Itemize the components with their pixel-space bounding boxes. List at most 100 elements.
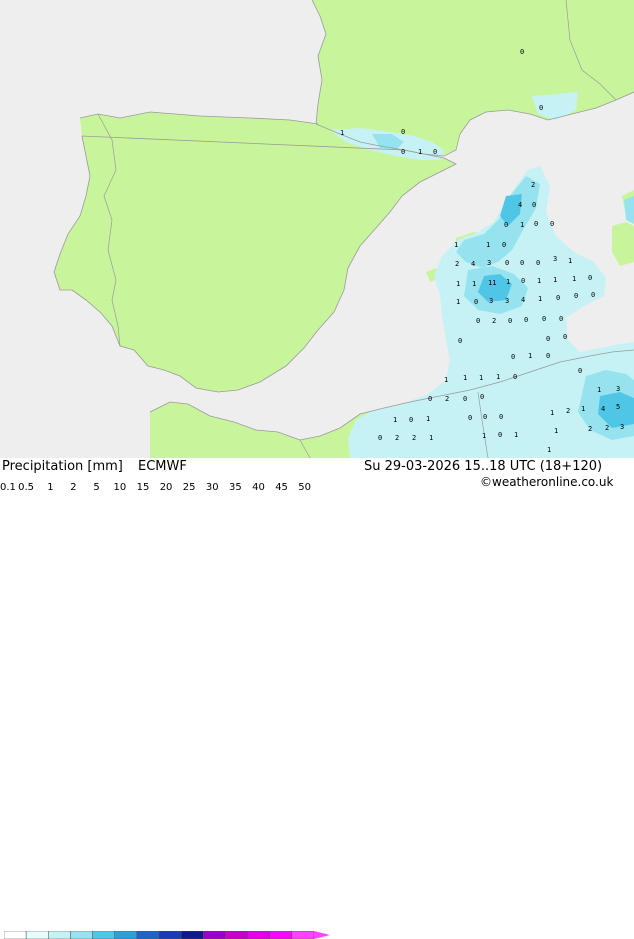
legend-color-cell (136, 931, 160, 939)
precip-value-label: 0 (504, 221, 509, 229)
precip-value-label: 5 (616, 403, 621, 411)
legend-color-cell (269, 931, 293, 939)
precip-value-label: 1 (537, 277, 542, 285)
precip-value-label: 0 (458, 337, 463, 345)
legend-colorbar (4, 931, 330, 939)
precip-value-label: 1 (550, 409, 555, 417)
precip-value-label: 2 (445, 395, 450, 403)
legend-tick-label: 2 (70, 482, 77, 493)
precip-value-label: 3 (505, 297, 510, 305)
precip-value-label: 2 (605, 424, 610, 432)
precip-value-label: 3 (489, 297, 494, 305)
model-name: ECMWF (138, 459, 187, 474)
precip-value-label: 0 (520, 48, 525, 56)
precip-value-label: 3 (616, 385, 621, 393)
legend-tick-label: 40 (252, 482, 265, 493)
precip-value-label: 0 (433, 148, 438, 156)
precip-value-label: 0 (539, 104, 544, 112)
legend-color-cell (70, 931, 93, 939)
precip-value-label: 1 (456, 298, 461, 306)
legend-tick-label: 0.5 (18, 482, 34, 493)
precip-value-label: 0 (378, 434, 383, 442)
legend-tick-label: 35 (229, 482, 242, 493)
legend-color-cell (158, 931, 182, 939)
precip-value-label: 0 (513, 373, 518, 381)
site-credit: ©weatheronline.co.uk (480, 475, 614, 489)
precip-value-label: 1 (520, 221, 525, 229)
legend: Precipitation [mm] ECMWF Su 29-03-2026 1… (0, 458, 634, 939)
legend-tick-label: 1 (47, 482, 54, 493)
precip-value-label: 11 (488, 279, 497, 287)
precip-value-label: 1 (472, 280, 477, 288)
precip-value-label: 0 (546, 335, 551, 343)
precip-value-label: 3 (620, 423, 625, 431)
precip-value-label: 2 (492, 317, 497, 325)
legend-tick-label: 5 (93, 482, 100, 493)
precip-value-label: 2 (566, 407, 571, 415)
legend-color-cell (225, 931, 248, 939)
precip-value-label: 1 (572, 275, 577, 283)
precip-value-label: 0 (524, 316, 529, 324)
precip-value-label: 1 (528, 352, 533, 360)
precip-value-label: 0 (499, 413, 504, 421)
legend-color-cell (247, 931, 270, 939)
precip-value-label: 0 (532, 201, 537, 209)
precip-value-label: 1 (418, 148, 423, 156)
precip-value-label: 0 (536, 259, 541, 267)
precip-value-label: 0 (546, 352, 551, 360)
precip-value-label: 1 (429, 434, 434, 442)
precip-value-label: 0 (428, 395, 433, 403)
precip-value-label: 2 (455, 260, 460, 268)
precip-value-label: 0 (498, 431, 503, 439)
precip-value-label: 0 (483, 413, 488, 421)
precip-value-label: 1 (482, 432, 487, 440)
precip-value-label: 1 (506, 278, 511, 286)
precip-value-label: 0 (508, 317, 513, 325)
precip-value-label: 0 (476, 317, 481, 325)
precip-value-label: 2 (531, 181, 536, 189)
legend-color-cell (48, 931, 71, 939)
legend-color-cell (92, 931, 115, 939)
map-canvas (0, 0, 634, 458)
precip-value-label: 1 (426, 415, 431, 423)
precipitation-map: 0 0 1 0 0 1 0 2 4 0 0 1 0 0 1 1 0 2 4 3 0 0 0 3 1 1 1 11 1 0 1 1 1 0 1 0 3 3 4… (0, 0, 634, 458)
precip-value-label: 1 (456, 280, 461, 288)
precip-value-label: 0 (474, 298, 479, 306)
precip-value-label: 3 (553, 255, 558, 263)
legend-tick-label: 25 (182, 482, 196, 493)
precip-value-label: 0 (409, 416, 414, 424)
precip-value-label: 1 (597, 386, 602, 394)
precip-value-label: 0 (542, 315, 547, 323)
legend-tick-label: 50 (298, 482, 312, 493)
precip-value-label: 1 (393, 416, 398, 424)
precip-value-label: 2 (588, 425, 593, 433)
legend-color-cell (4, 931, 27, 939)
legend-tick-label: 45 (275, 482, 288, 493)
legend-color-cell (203, 931, 226, 939)
precip-value-label: 2 (395, 434, 400, 442)
precip-value-label: 0 (591, 291, 596, 299)
legend-tick-label: 20 (159, 482, 173, 493)
legend-tick-label: 30 (205, 482, 219, 493)
precip-value-label: 0 (463, 395, 468, 403)
precip-value-label: 1 (479, 374, 484, 382)
legend-tick-label: 10 (113, 482, 127, 493)
precip-value-label: 0 (520, 259, 525, 267)
precip-value-label: 1 (547, 446, 552, 454)
legend-color-cell (291, 931, 315, 939)
precip-value-label: 4 (518, 201, 523, 209)
legend-color-cell (180, 931, 204, 939)
precip-value-label: 1 (553, 276, 558, 284)
precip-value-label: 2 (412, 434, 417, 442)
precip-value-label: 4 (521, 296, 526, 304)
precip-value-label: 0 (401, 148, 406, 156)
precip-value-label: 0 (401, 128, 406, 136)
precip-value-label: 4 (471, 260, 476, 268)
precip-value-label: 1 (340, 129, 345, 137)
legend-title: Precipitation [mm] (2, 459, 123, 474)
precip-value-label: 0 (468, 414, 473, 422)
precip-value-label: 0 (559, 315, 564, 323)
precip-value-label: 1 (568, 257, 573, 265)
precip-value-label: 1 (486, 241, 491, 249)
precip-value-label: 0 (502, 241, 507, 249)
